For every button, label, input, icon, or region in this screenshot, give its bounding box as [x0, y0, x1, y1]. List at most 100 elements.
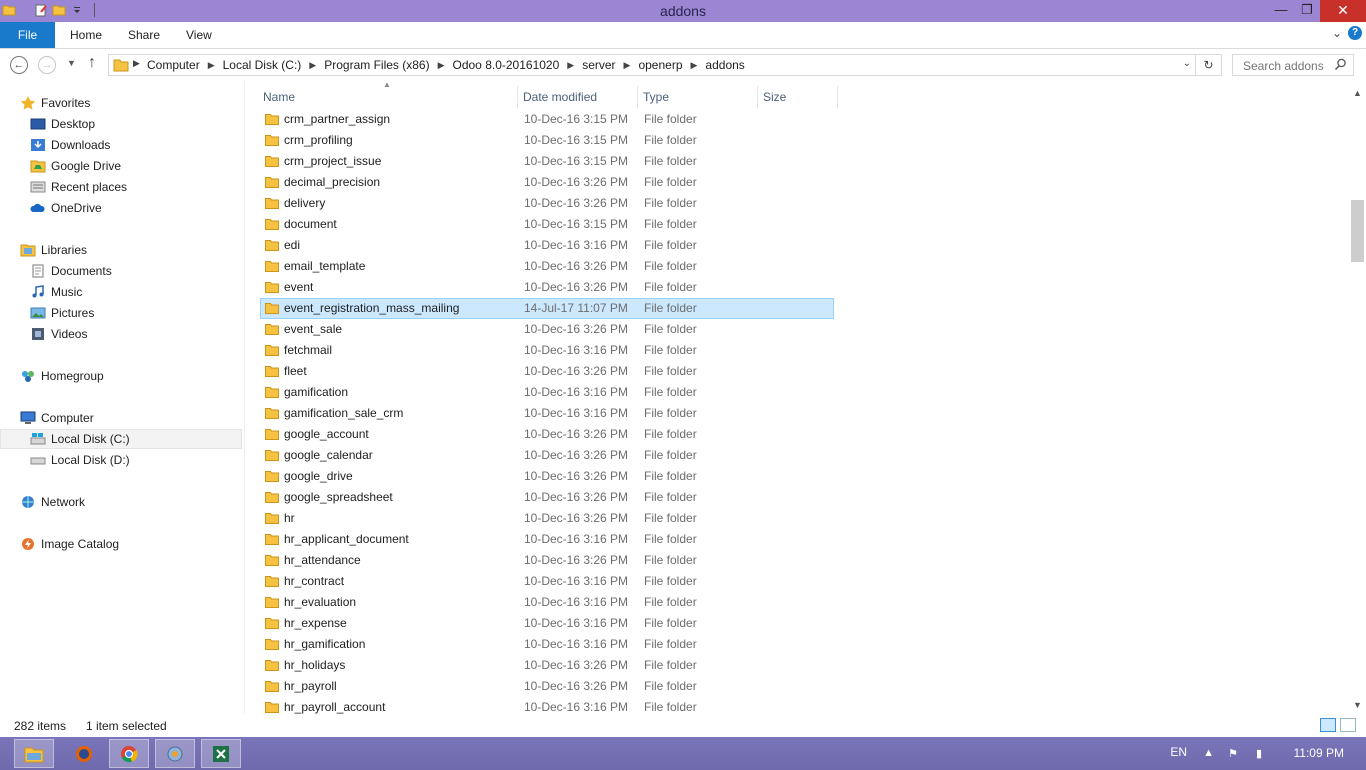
table-row[interactable]: gamification_sale_crm 10-Dec-16 3:16 PM Fi… — [258, 403, 838, 424]
tab-share[interactable]: Share — [128, 22, 160, 48]
restore-button[interactable]: ❐ — [1294, 0, 1320, 22]
table-row[interactable]: email_template 10-Dec-16 3:26 PM File fold… — [258, 256, 838, 277]
table-row[interactable]: hr_attendance 10-Dec-16 3:26 PM File folde… — [258, 550, 838, 571]
tab-home[interactable]: Home — [70, 22, 102, 48]
sidebar-item-documents[interactable]: Documents — [0, 261, 242, 281]
details-view-icon[interactable] — [1320, 718, 1336, 732]
sidebar-item-music[interactable]: Music — [0, 282, 242, 302]
scroll-up-icon[interactable]: ▲ — [1353, 88, 1362, 98]
file-date-modified: 10-Dec-16 3:16 PM — [524, 637, 629, 651]
column-size[interactable]: Size — [758, 86, 838, 108]
table-row[interactable]: crm_profiling 10-Dec-16 3:15 PM File folde… — [258, 130, 838, 151]
sidebar-item-google-drive[interactable]: Google Drive — [0, 156, 242, 176]
table-row[interactable]: decimal_precision 10-Dec-16 3:26 PM File f… — [258, 172, 838, 193]
scroll-down-icon[interactable]: ▼ — [1353, 700, 1362, 710]
chevron-right-icon[interactable]: ▶ — [208, 60, 215, 71]
sidebar-item-videos[interactable]: Videos — [0, 324, 242, 344]
table-row[interactable]: gamification 10-Dec-16 3:16 PM File folder — [258, 382, 838, 403]
taskbar-file-explorer[interactable] — [14, 739, 54, 768]
column-name[interactable]: Name — [258, 86, 518, 108]
taskbar-firefox[interactable] — [64, 739, 104, 768]
chevron-right-icon[interactable]: ▶ — [438, 60, 445, 71]
table-row[interactable]: google_drive 10-Dec-16 3:26 PM File folder — [258, 466, 838, 487]
back-button[interactable]: ← — [10, 56, 28, 74]
breadcrumb-program-files[interactable]: Program Files (x86) — [324, 58, 429, 72]
chevron-right-icon[interactable]: ▶ — [567, 60, 574, 71]
language-indicator[interactable]: EN — [1170, 745, 1187, 759]
taskbar-excel[interactable] — [201, 739, 241, 768]
sidebar-item-downloads[interactable]: Downloads — [0, 135, 242, 155]
table-row[interactable]: delivery 10-Dec-16 3:26 PM File folder — [258, 193, 838, 214]
table-row[interactable]: google_calendar 10-Dec-16 3:26 PM File fol… — [258, 445, 838, 466]
taskbar-chrome[interactable] — [109, 739, 149, 768]
close-button[interactable]: ✕ — [1320, 0, 1366, 22]
table-row[interactable]: edi 10-Dec-16 3:16 PM File folder — [258, 235, 838, 256]
table-row[interactable]: hr_evaluation 10-Dec-16 3:16 PM File folde… — [258, 592, 838, 613]
search-icon[interactable] — [1334, 58, 1347, 71]
table-row[interactable]: hr 10-Dec-16 3:26 PM File folder — [258, 508, 838, 529]
breadcrumb-server[interactable]: server — [582, 58, 615, 72]
table-row[interactable]: document 10-Dec-16 3:15 PM File folder — [258, 214, 838, 235]
sidebar-item-onedrive[interactable]: OneDrive — [0, 198, 242, 218]
minimize-button[interactable]: — — [1268, 0, 1294, 22]
table-row[interactable]: hr_applicant_document 10-Dec-16 3:16 PM Fi… — [258, 529, 838, 550]
breadcrumb-local-disk[interactable]: Local Disk (C:) — [223, 58, 302, 72]
sidebar-computer[interactable]: Computer — [0, 408, 242, 428]
chevron-right-icon[interactable]: ▶ — [691, 60, 698, 71]
table-row[interactable]: event 10-Dec-16 3:26 PM File folder — [258, 277, 838, 298]
address-bar[interactable]: ▶ Computer ▶ Local Disk (C:) ▶ Program Fil… — [108, 54, 1196, 76]
help-icon[interactable]: ? — [1348, 26, 1362, 40]
address-dropdown-icon[interactable]: ⌄ — [1183, 58, 1191, 69]
table-row[interactable]: google_spreadsheet 10-Dec-16 3:26 PM File … — [258, 487, 838, 508]
breadcrumb-odoo[interactable]: Odoo 8.0-20161020 — [453, 58, 560, 72]
table-row[interactable]: hr_gamification 10-Dec-16 3:16 PM File fol… — [258, 634, 838, 655]
tab-file[interactable]: File — [0, 22, 55, 48]
table-row[interactable]: crm_partner_assign 10-Dec-16 3:15 PM File … — [258, 109, 838, 130]
table-row[interactable]: hr_expense 10-Dec-16 3:16 PM File folder — [258, 613, 838, 634]
table-row[interactable]: event_sale 10-Dec-16 3:26 PM File folder — [258, 319, 838, 340]
scrollbar-thumb[interactable] — [1351, 200, 1364, 262]
refresh-button[interactable]: ↻ — [1196, 54, 1222, 76]
action-center-flag-icon[interactable]: ⚑ — [1228, 747, 1238, 760]
sidebar-item-desktop[interactable]: Desktop — [0, 114, 242, 134]
battery-icon[interactable]: ▮ — [1256, 747, 1262, 760]
table-row[interactable]: google_account 10-Dec-16 3:26 PM File fold… — [258, 424, 838, 445]
search-box[interactable] — [1232, 54, 1354, 76]
forward-button[interactable]: → — [38, 56, 56, 74]
table-row[interactable]: hr_holidays 10-Dec-16 3:26 PM File folder — [258, 655, 838, 676]
sidebar-libraries[interactable]: Libraries — [0, 240, 242, 260]
file-date-modified: 10-Dec-16 3:26 PM — [524, 427, 629, 441]
tab-view[interactable]: View — [186, 22, 212, 48]
table-row[interactable]: fleet 10-Dec-16 3:26 PM File folder — [258, 361, 838, 382]
expand-ribbon-icon[interactable]: ⌄ — [1332, 26, 1342, 40]
breadcrumb-openerp[interactable]: openerp — [638, 58, 682, 72]
clock[interactable]: 11:09 PM — [1294, 746, 1344, 760]
breadcrumb-addons[interactable]: addons — [705, 58, 744, 72]
sidebar-item-local-disk-c[interactable]: Local Disk (C:) — [0, 429, 242, 449]
search-input[interactable] — [1241, 58, 1340, 74]
sidebar-homegroup[interactable]: Homegroup — [0, 366, 242, 386]
breadcrumb-computer[interactable]: Computer — [147, 58, 200, 72]
table-row[interactable]: hr_contract 10-Dec-16 3:16 PM File folder — [258, 571, 838, 592]
table-row[interactable]: event_registration_mass_mailing 14-Jul-17… — [260, 298, 834, 319]
table-row[interactable]: fetchmail 10-Dec-16 3:16 PM File folder — [258, 340, 838, 361]
up-arrow-icon[interactable]: ↑ — [88, 54, 96, 72]
vertical-scrollbar[interactable]: ▲ ▼ — [1349, 82, 1366, 714]
sidebar-image-catalog[interactable]: Image Catalog — [0, 534, 242, 554]
sidebar-network[interactable]: Network — [0, 492, 242, 512]
column-type[interactable]: Type — [638, 86, 758, 108]
table-row[interactable]: crm_project_issue 10-Dec-16 3:15 PM File f… — [258, 151, 838, 172]
taskbar-app[interactable] — [155, 739, 195, 768]
chevron-right-icon[interactable]: ▶ — [309, 60, 316, 71]
chevron-right-icon[interactable]: ▶ — [624, 60, 631, 71]
sidebar-favorites[interactable]: Favorites — [0, 93, 242, 113]
recent-locations-icon[interactable]: ▼ — [67, 58, 76, 68]
sidebar-item-recent-places[interactable]: Recent places — [0, 177, 242, 197]
table-row[interactable]: hr_payroll 10-Dec-16 3:26 PM File folder — [258, 676, 838, 697]
sidebar-item-pictures[interactable]: Pictures — [0, 303, 242, 323]
sidebar-item-local-disk-d[interactable]: Local Disk (D:) — [0, 450, 242, 470]
breadcrumb-chevron-icon[interactable]: ▶ — [133, 58, 140, 69]
large-icons-view-icon[interactable] — [1340, 718, 1356, 732]
column-date-modified[interactable]: Date modified — [518, 86, 638, 108]
show-hidden-icons-icon[interactable]: ▲ — [1203, 747, 1214, 759]
